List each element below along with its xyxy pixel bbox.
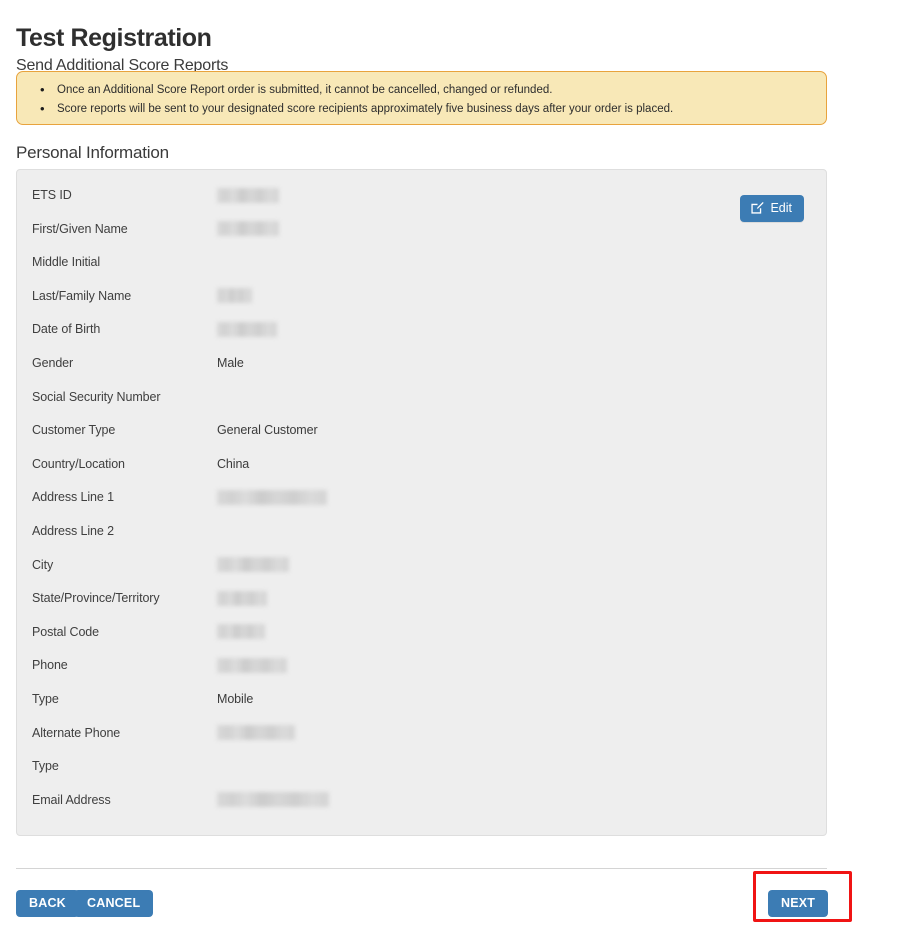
personal-information-panel: Edit ETS ID First/Given Name Middle Initia…	[16, 169, 827, 836]
page-root: Test Registration Send Additional Score …	[0, 0, 901, 927]
info-row: First/Given Name	[17, 221, 826, 255]
info-row: Email Address	[17, 792, 826, 826]
info-row: City	[17, 557, 826, 591]
info-row-value	[217, 321, 277, 338]
info-row: State/Province/Territory	[17, 590, 826, 624]
info-row: Gender Male	[17, 355, 826, 389]
info-row: Customer Type General Customer	[17, 422, 826, 456]
redacted-value	[217, 557, 289, 573]
info-row: Alternate Phone	[17, 725, 826, 759]
section-heading-personal-information: Personal Information	[16, 143, 169, 162]
info-row-label: Address Line 2	[32, 523, 114, 538]
redacted-value	[217, 187, 279, 203]
info-row-label: Gender	[32, 355, 74, 370]
info-row-label: Date of Birth	[32, 322, 101, 337]
cancel-button[interactable]: CANCEL	[74, 890, 154, 917]
info-row-value	[217, 221, 279, 237]
info-row: Country/Location China	[17, 456, 826, 490]
info-row: ETS ID	[17, 187, 826, 221]
notice-item: Once an Additional Score Report order is…	[40, 80, 826, 100]
info-row-value	[217, 725, 295, 741]
info-row-label: Middle Initial	[32, 255, 101, 270]
info-row-value	[217, 624, 265, 640]
info-row: Last/Family Name	[17, 288, 826, 322]
info-row-value	[217, 590, 267, 606]
personal-information-rows: ETS ID First/Given Name Middle Initial Last…	[17, 170, 826, 825]
info-row-label: Phone	[32, 658, 68, 673]
info-row-label: City	[32, 557, 54, 572]
info-row-label: ETS ID	[32, 188, 72, 202]
back-button[interactable]: BACK	[16, 890, 79, 917]
info-row-label: Alternate Phone	[32, 725, 121, 740]
redacted-value	[217, 658, 287, 674]
page-title: Test Registration	[16, 23, 212, 52]
info-row-value	[217, 792, 329, 808]
info-row-label: Country/Location	[32, 456, 125, 471]
info-row-label: Postal Code	[32, 624, 99, 639]
info-row-label: Address Line 1	[32, 490, 114, 505]
redacted-value	[217, 490, 327, 506]
info-row-label: Social Security Number	[32, 389, 161, 404]
next-button[interactable]: NEXT	[768, 890, 829, 917]
notice-alert: Once an Additional Score Report order is…	[16, 71, 827, 125]
info-row: Address Line 2	[17, 523, 826, 557]
redacted-value	[217, 322, 277, 338]
notice-item: Score reports will be sent to your desig…	[40, 99, 826, 119]
redacted-value	[217, 590, 267, 606]
info-row-label: First/Given Name	[32, 221, 128, 236]
info-row: Date of Birth	[17, 321, 826, 355]
info-row: Address Line 1	[17, 489, 826, 523]
info-row: Postal Code	[17, 624, 826, 658]
redacted-value	[217, 221, 279, 237]
info-row-label: Customer Type	[32, 423, 116, 438]
info-row-value: General Customer	[217, 423, 318, 438]
info-row-label: Type	[32, 691, 59, 706]
info-row: Social Security Number	[17, 389, 826, 423]
info-row: Phone	[17, 657, 826, 691]
info-row: Middle Initial	[17, 254, 826, 288]
info-row-value	[217, 288, 252, 304]
redacted-value	[217, 624, 265, 640]
info-row-value: China	[217, 456, 250, 471]
redacted-value	[217, 792, 329, 808]
info-row-value	[217, 187, 279, 203]
info-row-value	[217, 557, 289, 573]
info-row-value: Mobile	[217, 691, 254, 706]
info-row-value	[217, 489, 327, 506]
info-row-label: Email Address	[32, 792, 111, 807]
notice-list: Once an Additional Score Report order is…	[17, 72, 826, 119]
info-row: Type	[17, 758, 826, 792]
info-row-label: Last/Family Name	[32, 288, 132, 303]
redacted-value	[217, 288, 252, 304]
footer-divider	[16, 868, 827, 869]
info-row-value	[217, 657, 287, 674]
redacted-value	[217, 725, 295, 741]
info-row-label: Type	[32, 759, 59, 774]
info-row-label: State/Province/Territory	[32, 591, 160, 606]
info-row-value: Male	[217, 355, 244, 370]
info-row: Type Mobile	[17, 691, 826, 725]
